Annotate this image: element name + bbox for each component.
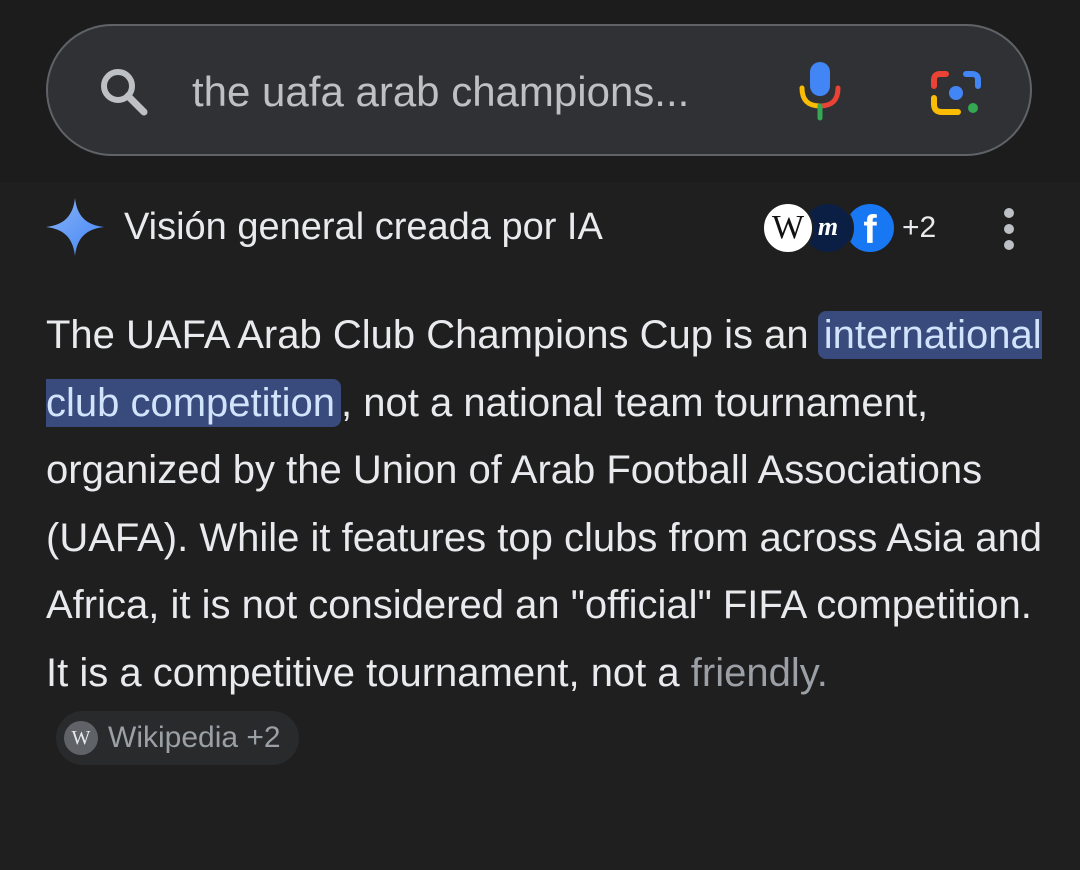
more-sources-count[interactable]: +2 [902,208,936,248]
citation-label: Wikipedia [108,721,239,755]
google-lens-icon[interactable] [928,66,984,118]
more-vert-icon[interactable] [992,206,1026,252]
summary-paragraph: The UAFA Arab Club Champions Cup is an i… [46,302,1046,775]
search-icon[interactable] [96,64,152,120]
wikipedia-icon: W [64,720,98,755]
ai-overview-summary: The UAFA Arab Club Champions Cup is an i… [46,302,1046,775]
source-avatars[interactable]: W m f [762,202,902,256]
summary-body: , not a national team tournament, organi… [46,380,1042,695]
search-input[interactable]: the uafa arab champions... [192,64,689,120]
ai-overview-header: Visión general creada por IA W m f +2 [0,190,1080,266]
gemini-sparkle-icon [46,198,104,256]
wikipedia-avatar[interactable]: W [762,202,814,254]
summary-lead: The UAFA Arab Club Champions Cup is an [46,313,820,357]
citation-chip[interactable]: W Wikipedia +2 [56,711,299,766]
summary-faded-end: friendly. [690,650,828,695]
ai-overview-title: Visión general creada por IA [124,206,603,248]
microphone-icon[interactable] [796,58,844,122]
citation-more: +2 [246,721,281,755]
